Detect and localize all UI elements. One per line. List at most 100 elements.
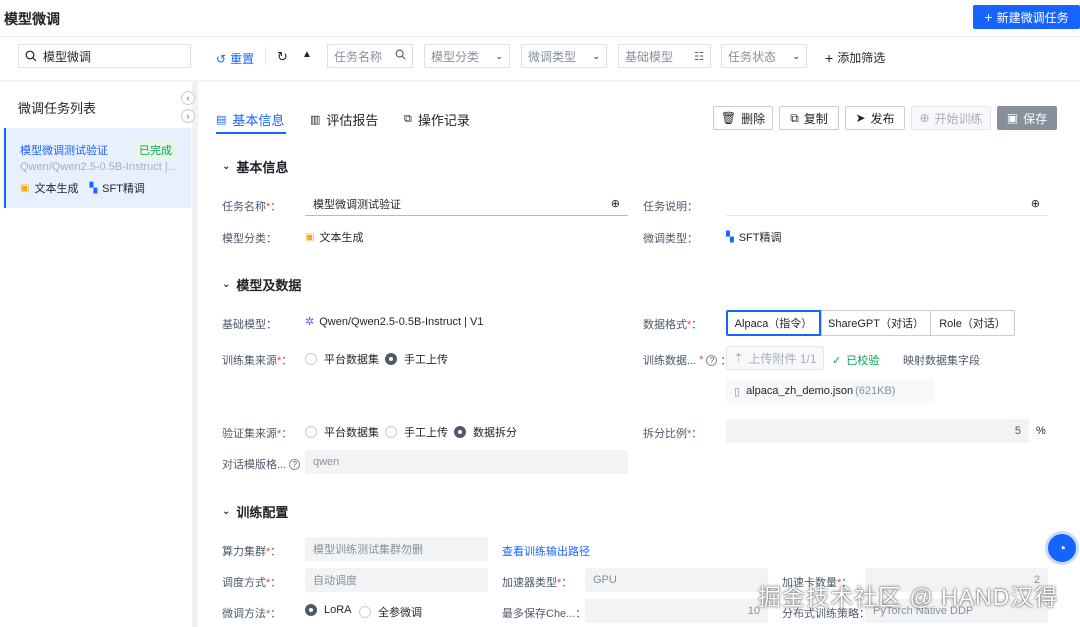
tab-op-log[interactable]: ⧉ 操作记录 [404, 110, 470, 129]
send-icon: ➤ [855, 111, 866, 125]
new-task-button[interactable]: + 新建微调任务 [973, 5, 1080, 29]
map-fields-link[interactable]: 映射数据集字段 [903, 352, 980, 368]
radio-manual-upload[interactable]: 手工上传 [385, 351, 448, 367]
globe-icon[interactable]: ⊕ [1031, 197, 1040, 210]
sft-icon: ▚ [726, 231, 734, 243]
section-basic-info[interactable]: ⌄ 基本信息 [222, 157, 288, 176]
radio-button[interactable] [385, 426, 397, 438]
section-training-config[interactable]: ⌄ 训练配置 [222, 502, 288, 521]
refresh-icon[interactable]: ↻ [277, 49, 288, 65]
text-gen-icon: ▣ [20, 182, 30, 194]
template-input[interactable]: qwen [305, 450, 628, 474]
data-format-label: 数据格式*： [643, 319, 703, 331]
radio-button[interactable] [359, 606, 371, 618]
text-gen-icon: ▣ [305, 231, 315, 243]
chevron-right-icon[interactable]: › [181, 109, 195, 123]
chevron-left-icon[interactable]: ‹ [181, 91, 195, 105]
task-name-field[interactable]: 模型微调测试验证 ⊕ [305, 192, 628, 216]
accel-type-label: 加速器类型*： [502, 577, 573, 589]
tab-eval-report[interactable]: ▥ 评估报告 [310, 110, 378, 129]
reset-button[interactable]: ↺ 重置 [216, 50, 254, 67]
help-icon[interactable]: ? [706, 354, 718, 366]
chat-assistant-icon[interactable]: ◔ [1045, 531, 1079, 565]
accel-type-input[interactable]: GPU [585, 568, 768, 592]
task-name-filter[interactable]: 任务名称 [327, 44, 413, 68]
task-name-label: 任务名称*： [222, 201, 282, 213]
radio-platform-dataset[interactable]: 平台数据集 [305, 351, 379, 367]
save-button[interactable]: ▣ 保存 [997, 106, 1057, 130]
globe-icon[interactable]: ⊕ [611, 197, 620, 210]
format-alpaca[interactable]: Alpaca（指令） [726, 310, 821, 336]
delete-label: 删除 [741, 111, 766, 126]
list-item-model: Qwen/Qwen2.5-0.5B-Instruct |... [20, 161, 177, 173]
start-label: 开始训练 [934, 111, 983, 126]
uploaded-file[interactable]: ▯ alpaca_zh_demo.json (621KB) [726, 379, 934, 403]
format-sharegpt[interactable]: ShareGPT（对话） [821, 310, 931, 336]
start-training-button[interactable]: ⊕ 开始训练 [911, 106, 991, 130]
base-model-text: Qwen/Qwen2.5-0.5B-Instruct | V1 [319, 315, 484, 328]
radio-button[interactable] [385, 353, 397, 365]
split-ratio-input[interactable]: 5 [726, 419, 1029, 443]
output-path-link[interactable]: 查看训练输出路径 [502, 543, 590, 559]
radio-full-params[interactable]: 全参微调 [359, 604, 422, 620]
radio-button[interactable] [454, 426, 466, 438]
val-source-label: 验证集来源*： [222, 428, 293, 440]
finetune-type-select[interactable]: 微调类型 ⌄ [521, 44, 607, 68]
delete-button[interactable]: 🗑 删除 [713, 106, 773, 130]
max-ckpt-input[interactable]: 10 [585, 599, 768, 623]
radio-button[interactable] [305, 426, 317, 438]
add-filter-button[interactable]: + 添加筛选 [825, 49, 885, 66]
task-status-select[interactable]: 任务状态 ⌄ [721, 44, 807, 68]
radio-label: 手工上传 [404, 354, 448, 366]
copy-icon: ⧉ [790, 110, 799, 125]
file-size: (621KB) [855, 385, 896, 397]
max-ckpt-label: 最多保存Che...： [502, 608, 587, 620]
search-input[interactable]: 模型微调 [18, 44, 191, 68]
schedule-input[interactable]: 自动调度 [305, 568, 488, 592]
page-title: 模型微调 [4, 11, 60, 27]
status-badge: 已完成 [134, 140, 177, 160]
percent-unit: % [1036, 425, 1046, 437]
cluster-input[interactable]: 模型训练测试集群勿删 [305, 537, 488, 561]
model-category-select[interactable]: 模型分类 ⌄ [424, 44, 510, 68]
train-source-label: 训练集来源*： [222, 355, 293, 367]
sidebar-title: 微调任务列表 [18, 101, 97, 116]
radio-val-platform[interactable]: 平台数据集 [305, 424, 379, 440]
upload-icon: ⇡ [733, 351, 744, 365]
category-label: 模型分类： [222, 233, 277, 245]
tag-text-gen: 文本生成 [34, 183, 79, 195]
file-name: alpaca_zh_demo.json [746, 385, 854, 397]
tag-sft: SFT精调 [102, 183, 145, 195]
radio-label: 手工上传 [404, 427, 448, 439]
new-task-label: 新建微调任务 [996, 10, 1069, 25]
collapse-up-icon[interactable]: ▲ [302, 49, 312, 60]
finetune-type-label: 微调类型： [643, 233, 698, 245]
radio-lora[interactable]: LoRA [305, 604, 352, 616]
save-icon: ▣ [1006, 111, 1019, 125]
radio-button[interactable] [305, 353, 317, 365]
upload-attachment-button[interactable]: ⇡ 上传附件 1/1 [726, 346, 824, 370]
list-item-name: 模型微调测试验证 [20, 145, 108, 157]
category-value: ▣ 文本生成 [305, 229, 363, 245]
radio-label: 平台数据集 [324, 427, 379, 439]
radio-button[interactable] [305, 604, 317, 616]
copy-button[interactable]: ⧉ 复制 [779, 106, 839, 130]
verified-status: ✓ 已校验 [832, 352, 879, 368]
tab-basic-info[interactable]: ▤ 基本信息 [216, 110, 284, 129]
model-category-label: 模型分类 [431, 49, 480, 64]
help-icon[interactable]: ? [289, 458, 301, 470]
format-role[interactable]: Role（对话） [930, 310, 1015, 336]
method-label: 微调方法*： [222, 608, 282, 620]
tab-label: 评估报告 [326, 113, 379, 128]
reset-label: 重置 [230, 52, 255, 66]
radio-val-manual[interactable]: 手工上传 [385, 424, 448, 440]
section-model-data[interactable]: ⌄ 模型及数据 [222, 275, 301, 294]
task-desc-field[interactable]: ⊕ [726, 192, 1048, 216]
publish-button[interactable]: ➤ 发布 [845, 106, 905, 130]
radio-val-split[interactable]: 数据拆分 [454, 424, 517, 440]
check-circle-icon: ✓ [832, 354, 842, 367]
base-model-select[interactable]: 基础模型 ☷ [618, 44, 711, 68]
list-search-icon: ☷ [694, 50, 704, 63]
plus-icon: + [984, 9, 993, 25]
split-ratio-label: 拆分比例*： [643, 428, 703, 440]
